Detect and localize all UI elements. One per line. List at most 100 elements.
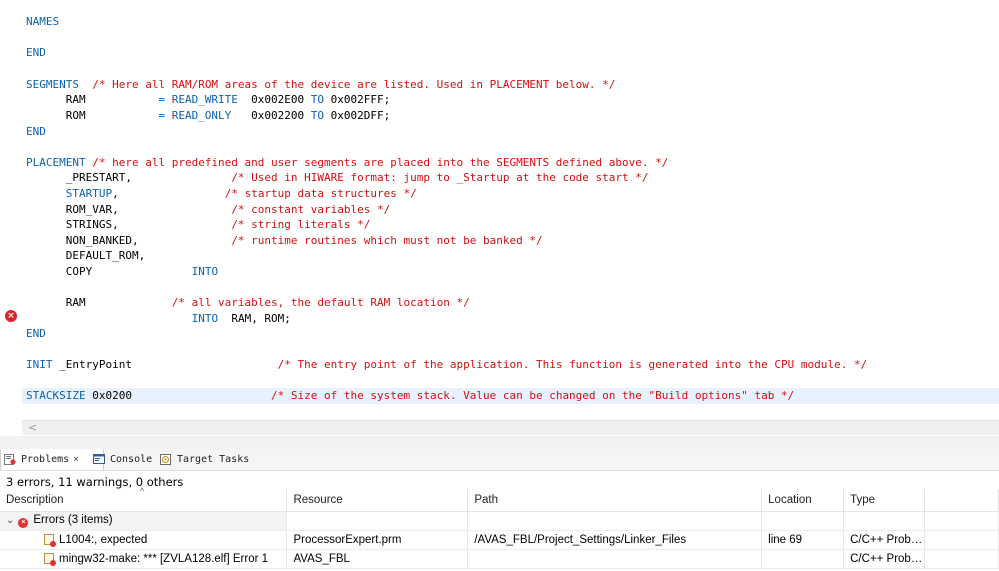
table-header: ^ Description Resource Path Location Type — [0, 486, 999, 512]
code-editor[interactable]: NAMES END SEGMENTS /* Here all RAM/ROM are… — [0, 0, 999, 436]
code-keyword: INIT — [26, 358, 53, 371]
code-text: ROM — [26, 109, 159, 122]
code-text: DEFAULT_ROM, — [26, 249, 146, 262]
editor-ruler — [0, 0, 22, 420]
close-tab-icon[interactable]: ⨯ — [73, 454, 79, 465]
code-line[interactable]: PLACEMENT /* here all predefined and use… — [26, 155, 668, 170]
problem-path — [467, 549, 763, 569]
problem-resource: AVAS_FBL — [286, 549, 469, 569]
tab-target-tasks[interactable]: Target Tasks — [157, 449, 269, 470]
code-comment: /* startup data structures */ — [224, 187, 417, 200]
tab-problems-label: Problems — [21, 454, 70, 465]
code-line[interactable]: INTO RAM, ROM; — [26, 311, 291, 326]
code-keyword: NAMES — [26, 15, 60, 28]
error-marker-icon[interactable]: × — [5, 310, 17, 322]
tab-target-tasks-label: Target Tasks — [177, 454, 250, 465]
code-text: RAM — [26, 296, 172, 309]
code-keyword: TO — [310, 109, 325, 122]
code-keyword: END — [26, 327, 46, 340]
code-text: _EntryPoint — [52, 358, 278, 371]
code-text: RAM, ROM; — [218, 312, 291, 325]
problem-resource: ProcessorExpert.prm — [286, 530, 469, 550]
code-line[interactable]: RAM /* all variables, the default RAM lo… — [26, 295, 470, 310]
tab-problems[interactable]: Problems ⨯ — [0, 449, 104, 470]
problem-type: C/C++ Prob… — [843, 530, 926, 550]
code-line[interactable]: NON_BANKED, /* runtime routines which mu… — [26, 233, 543, 248]
sort-ascending-icon: ^ — [140, 486, 145, 496]
chevron-down-icon[interactable]: ⌄ — [6, 515, 14, 526]
problem-description[interactable]: mingw32-make: *** [ZVLA128.elf] Error 1 — [0, 549, 288, 569]
problem-location — [761, 549, 845, 569]
empty-cell — [467, 511, 763, 531]
code-line[interactable]: _PRESTART, /* Used in HIWARE format: jum… — [26, 170, 649, 185]
code-keyword: SEGMENTS — [26, 78, 79, 91]
column-filler — [924, 489, 999, 512]
code-text: NON_BANKED, — [26, 234, 232, 247]
code-comment: /* string literals */ — [231, 218, 371, 231]
problem-location: line 69 — [761, 530, 845, 550]
console-icon — [93, 454, 105, 464]
code-text: _PRESTART, — [26, 171, 232, 184]
code-text: ROM_VAR, — [26, 203, 232, 216]
column-type[interactable]: Type — [843, 489, 926, 512]
code-text: , — [112, 187, 225, 200]
target-tasks-icon — [160, 454, 171, 465]
code-line[interactable]: END — [26, 124, 46, 139]
code-text: RAM — [26, 93, 159, 106]
problem-description[interactable]: L1004:, expected — [0, 530, 288, 550]
table-row[interactable]: L1004:, expected ProcessorExpert.prm /AV… — [0, 530, 999, 550]
code-line[interactable]: COPY INTO — [26, 264, 218, 279]
empty-cell — [924, 530, 999, 550]
column-resource[interactable]: Resource — [286, 489, 469, 512]
description-text: mingw32-make: *** [ZVLA128.elf] Error 1 — [59, 553, 269, 565]
column-path[interactable]: Path — [467, 489, 763, 512]
column-location[interactable]: Location — [761, 489, 845, 512]
code-comment: /* Here all RAM/ROM areas of the device … — [78, 78, 616, 91]
column-location-label: Location — [768, 494, 812, 506]
problems-icon — [4, 454, 16, 465]
code-line[interactable]: ROM = READ_ONLY 0x002200 TO 0x002DFF; — [26, 108, 391, 123]
code-keyword: INTO — [191, 265, 219, 278]
errors-group-row[interactable]: ⌄ × Errors (3 items) — [0, 511, 999, 531]
code-line[interactable]: ROM_VAR, /* constant variables */ — [26, 202, 391, 217]
code-line[interactable]: INIT _EntryPoint /* The entry point of t… — [26, 357, 867, 372]
problem-type: C/C++ Prob… — [843, 549, 926, 569]
errors-group-label: Errors (3 items) — [33, 514, 113, 526]
problems-summary: 3 errors, 11 warnings, 0 others — [6, 475, 184, 489]
code-comment: /* Size of the system stack. Value can b… — [271, 389, 795, 402]
description-text: L1004:, expected — [59, 534, 148, 546]
empty-cell — [924, 549, 999, 569]
error-icon: × — [18, 518, 29, 528]
code-keyword: = READ_WRITE — [158, 93, 238, 106]
tab-console-label: Console — [110, 454, 153, 465]
horizontal-scrollbar[interactable]: < — [22, 420, 999, 435]
code-comment: /* Used in HIWARE format: jump to _Start… — [231, 171, 649, 184]
code-text: 0x002200 — [231, 109, 311, 122]
scroll-left-icon[interactable]: < — [28, 421, 37, 435]
code-line[interactable]: RAM = READ_WRITE 0x002E00 TO 0x002FFF; — [26, 92, 391, 107]
code-keyword: = READ_ONLY — [158, 109, 232, 122]
errors-group-cell[interactable]: ⌄ × Errors (3 items) — [0, 511, 288, 531]
code-line[interactable]: END — [26, 45, 46, 60]
code-comment: /* runtime routines which must not be ba… — [231, 234, 543, 247]
code-line[interactable]: DEFAULT_ROM, — [26, 248, 145, 263]
code-text: 0x0200 — [85, 389, 272, 402]
code-line[interactable]: STACKSIZE 0x0200 /* Size of the system s… — [26, 388, 794, 403]
code-text: 0x002FFF; — [324, 93, 391, 106]
code-line[interactable]: SEGMENTS /* Here all RAM/ROM areas of th… — [26, 77, 615, 92]
view-divider[interactable] — [0, 436, 999, 449]
code-comment: /* constant variables */ — [231, 203, 391, 216]
code-line[interactable]: STRINGS, /* string literals */ — [26, 217, 371, 232]
column-path-label: Path — [474, 494, 498, 506]
column-resource-label: Resource — [293, 494, 343, 506]
column-description[interactable]: ^ Description — [0, 486, 288, 512]
code-line[interactable]: NAMES — [26, 14, 59, 29]
code-line[interactable]: END — [26, 326, 46, 341]
code-keyword: STARTUP — [65, 187, 113, 200]
code-keyword: TO — [310, 93, 325, 106]
code-line[interactable]: STARTUP, /* startup data structures */ — [26, 186, 417, 201]
code-keyword: STACKSIZE — [26, 389, 86, 402]
table-row[interactable]: mingw32-make: *** [ZVLA128.elf] Error 1 … — [0, 549, 999, 569]
code-keyword: END — [26, 125, 46, 138]
